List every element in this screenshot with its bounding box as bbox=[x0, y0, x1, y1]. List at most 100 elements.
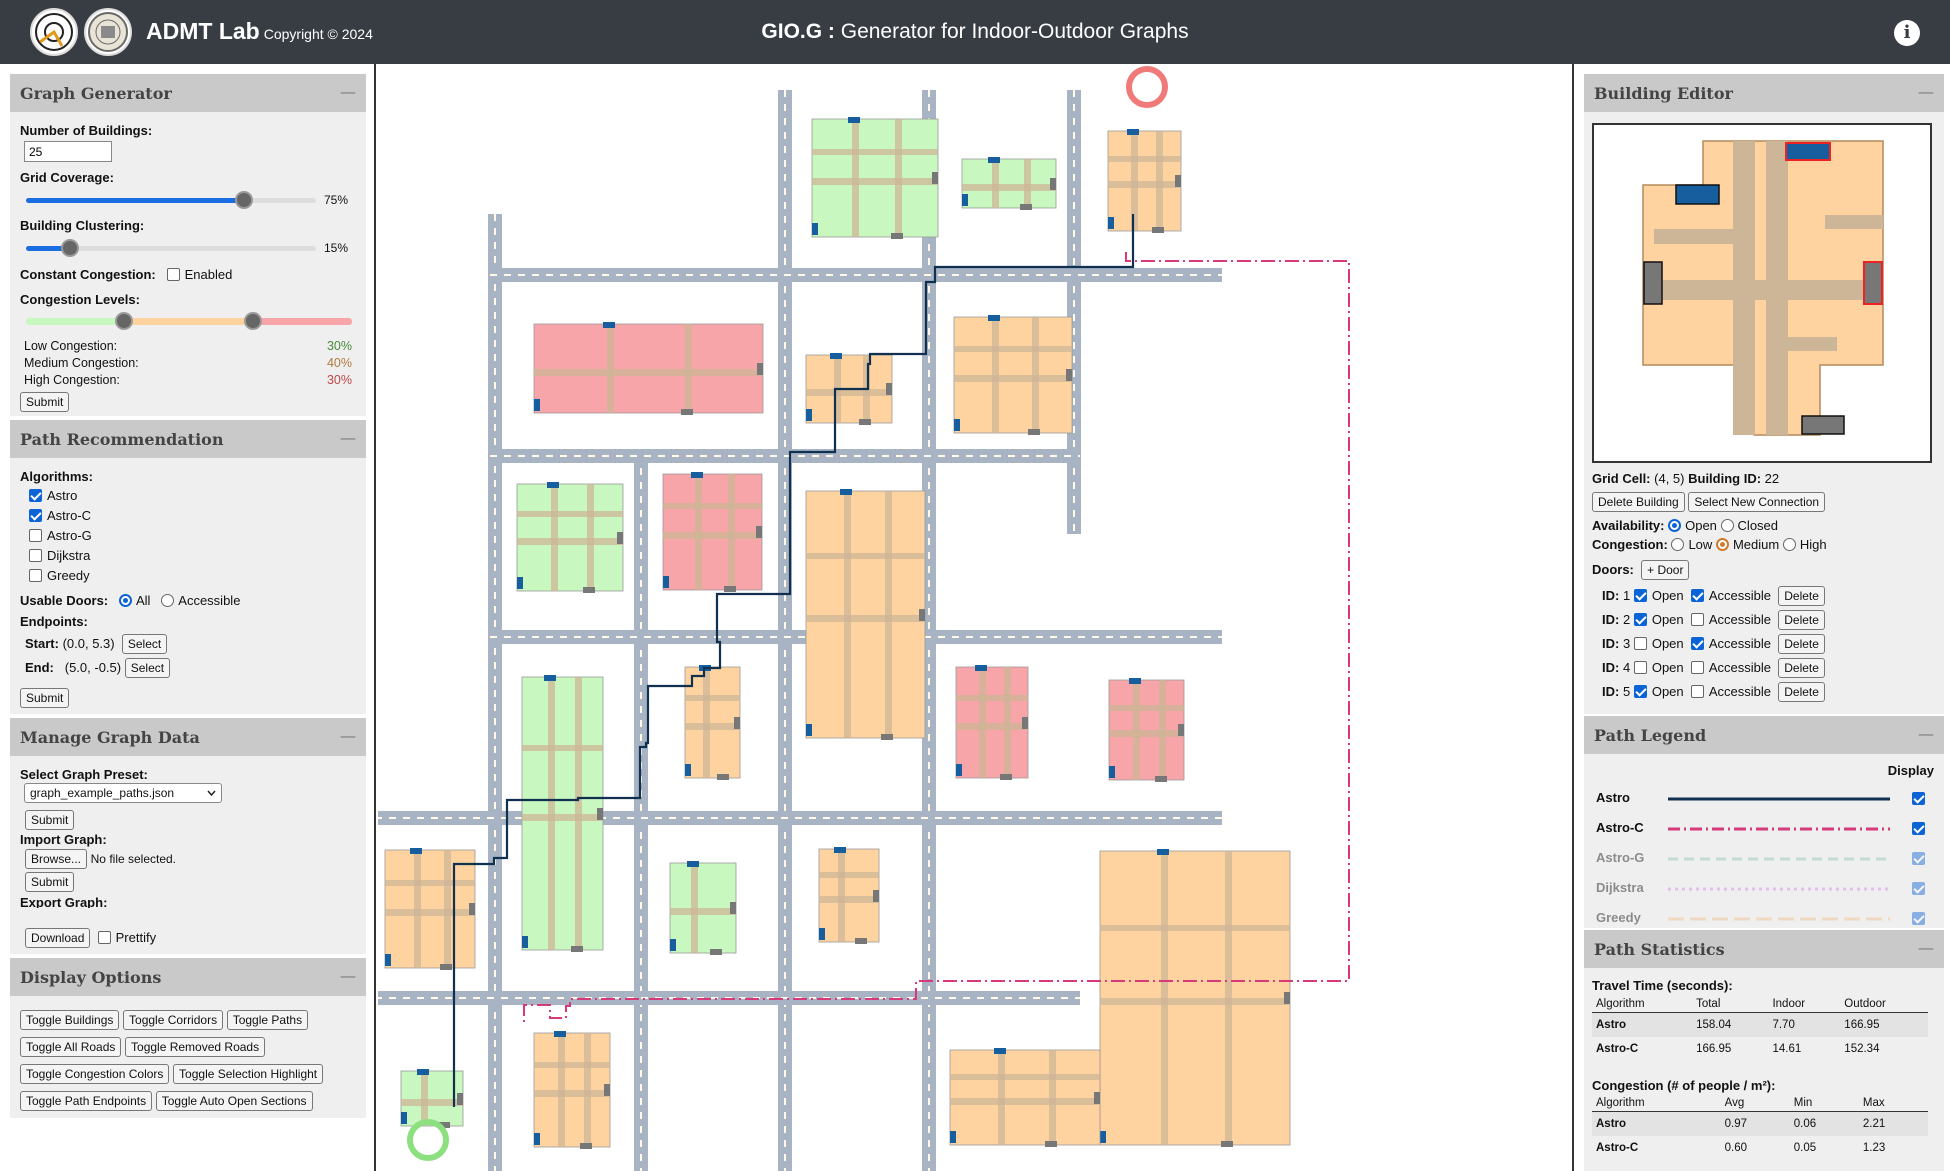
door bbox=[1178, 724, 1184, 736]
delete-door-button[interactable]: Delete bbox=[1778, 586, 1825, 606]
select-start-button[interactable]: Select bbox=[121, 634, 168, 654]
toggle-congestion-colors-button[interactable]: Toggle Congestion Colors bbox=[20, 1064, 170, 1084]
panel-header[interactable]: Building Editor — bbox=[1584, 74, 1944, 112]
enabled-checkbox[interactable] bbox=[166, 268, 180, 281]
door-accessible-checkbox[interactable] bbox=[1690, 637, 1704, 650]
slider-thumb[interactable] bbox=[60, 239, 79, 257]
info-icon[interactable]: i bbox=[1894, 20, 1920, 46]
grid-coverage-slider[interactable] bbox=[26, 191, 316, 209]
corridor bbox=[806, 615, 925, 622]
toggle-selection-highlight-button[interactable]: Toggle Selection Highlight bbox=[173, 1064, 324, 1084]
medium-congestion-value: 40% bbox=[326, 356, 352, 370]
congestion-medium-radio[interactable] bbox=[1715, 538, 1729, 551]
slider-thumb[interactable] bbox=[234, 191, 253, 209]
minimize-icon[interactable]: — bbox=[1918, 724, 1934, 743]
door bbox=[806, 409, 812, 421]
download-button[interactable]: Download bbox=[25, 928, 91, 948]
map-canvas[interactable] bbox=[378, 64, 1570, 1171]
toggle-auto-open-sections-button[interactable]: Toggle Auto Open Sections bbox=[155, 1091, 313, 1111]
generator-submit-button[interactable]: Submit bbox=[20, 392, 70, 412]
toggle-buildings-button[interactable]: Toggle Buildings bbox=[20, 1010, 120, 1030]
minimize-icon[interactable]: — bbox=[1918, 82, 1934, 101]
legend-display-checkbox[interactable] bbox=[1912, 792, 1925, 805]
legend-display-checkbox[interactable] bbox=[1912, 912, 1925, 925]
minimize-icon[interactable]: — bbox=[340, 726, 356, 745]
congestion-levels-slider[interactable] bbox=[26, 312, 352, 330]
door-accessible-checkbox[interactable] bbox=[1690, 589, 1704, 602]
panel-header[interactable]: Path Legend — bbox=[1584, 716, 1944, 754]
corridor bbox=[1049, 1050, 1056, 1145]
building-preview-svg[interactable] bbox=[1594, 125, 1930, 461]
availability-closed-radio[interactable] bbox=[1720, 519, 1734, 532]
delete-door-button[interactable]: Delete bbox=[1778, 682, 1825, 702]
algorithm-item[interactable]: Astro-C bbox=[29, 506, 92, 526]
algorithm-list: Astro Astro-C Astro-G Dijkstra Greedy bbox=[29, 486, 92, 586]
algorithm-item[interactable]: Dijkstra bbox=[29, 546, 92, 566]
clustering-slider[interactable] bbox=[26, 239, 316, 257]
algorithm-item[interactable]: Greedy bbox=[29, 566, 92, 586]
door-open-checkbox[interactable] bbox=[1633, 661, 1647, 674]
add-door-button[interactable]: + Door bbox=[1641, 560, 1690, 580]
availability-open-radio[interactable] bbox=[1668, 519, 1682, 532]
congestion-low-radio[interactable] bbox=[1671, 538, 1685, 551]
num-buildings-input[interactable] bbox=[24, 141, 112, 162]
panel-header[interactable]: Path Statistics — bbox=[1584, 930, 1944, 968]
toggle-removed-roads-button[interactable]: Toggle Removed Roads bbox=[125, 1037, 266, 1057]
door-open-checkbox[interactable] bbox=[1633, 613, 1647, 626]
panel-header[interactable]: Manage Graph Data — bbox=[10, 718, 366, 756]
door-accessible-checkbox[interactable] bbox=[1690, 685, 1704, 698]
end-marker[interactable] bbox=[1126, 66, 1168, 108]
slider-thumb-low[interactable] bbox=[115, 312, 133, 330]
building-preview[interactable] bbox=[1592, 123, 1932, 463]
door bbox=[975, 665, 987, 671]
graph-map[interactable] bbox=[378, 64, 1570, 1171]
legend-display-checkbox[interactable] bbox=[1912, 822, 1925, 835]
start-marker[interactable] bbox=[407, 1119, 449, 1161]
door bbox=[859, 419, 871, 425]
toggle-path-endpoints-button[interactable]: Toggle Path Endpoints bbox=[20, 1091, 153, 1111]
doors-accessible-radio[interactable] bbox=[161, 594, 175, 607]
panel-header[interactable]: Path Recommendation — bbox=[10, 420, 366, 458]
prettify-checkbox[interactable] bbox=[97, 931, 111, 944]
door-open-checkbox[interactable] bbox=[1633, 589, 1647, 602]
delete-door-button[interactable]: Delete bbox=[1778, 658, 1825, 678]
congestion-levels-label: Congestion Levels: bbox=[20, 292, 140, 307]
doors-all-radio[interactable] bbox=[118, 594, 132, 607]
select-connection-button[interactable]: Select New Connection bbox=[1688, 492, 1826, 512]
corridor bbox=[685, 723, 740, 730]
medium-congestion-label: Medium Congestion: bbox=[24, 356, 139, 370]
preset-select[interactable]: graph_example_paths.json bbox=[24, 783, 222, 803]
corridor bbox=[663, 532, 762, 539]
building-footprint bbox=[516, 483, 624, 592]
select-end-button[interactable]: Select bbox=[124, 658, 171, 678]
algorithm-item[interactable]: Astro-G bbox=[29, 526, 92, 546]
delete-building-button[interactable]: Delete Building bbox=[1592, 492, 1685, 512]
minimize-icon[interactable]: — bbox=[340, 966, 356, 985]
toggle-all-roads-button[interactable]: Toggle All Roads bbox=[20, 1037, 122, 1057]
preset-submit-button[interactable]: Submit bbox=[25, 810, 75, 830]
panel-header[interactable]: Graph Generator — bbox=[10, 74, 366, 112]
panel-header[interactable]: Display Options — bbox=[10, 958, 366, 996]
door-open-checkbox[interactable] bbox=[1633, 637, 1647, 650]
slider-thumb-high[interactable] bbox=[244, 312, 262, 330]
clustering-value: 15% bbox=[324, 241, 349, 255]
door-open-checkbox[interactable] bbox=[1633, 685, 1647, 698]
browse-button[interactable]: Browse... bbox=[25, 849, 88, 869]
legend-display-checkbox[interactable] bbox=[1912, 852, 1925, 865]
minimize-icon[interactable]: — bbox=[340, 428, 356, 447]
delete-door-button[interactable]: Delete bbox=[1778, 610, 1825, 630]
toggle-paths-button[interactable]: Toggle Paths bbox=[226, 1010, 309, 1030]
import-submit-button[interactable]: Submit bbox=[25, 872, 75, 892]
toggle-corridors-button[interactable]: Toggle Corridors bbox=[123, 1010, 224, 1030]
algorithm-item[interactable]: Astro bbox=[29, 486, 92, 506]
legend-display-checkbox[interactable] bbox=[1912, 882, 1925, 895]
minimize-icon[interactable]: — bbox=[340, 82, 356, 101]
door-accessible-checkbox[interactable] bbox=[1690, 661, 1704, 674]
minimize-icon[interactable]: — bbox=[1918, 938, 1934, 957]
path-submit-button[interactable]: Submit bbox=[20, 688, 70, 708]
delete-door-button[interactable]: Delete bbox=[1778, 634, 1825, 654]
corridor bbox=[956, 723, 1028, 730]
algorithm-checkbox bbox=[29, 569, 42, 582]
door-accessible-checkbox[interactable] bbox=[1690, 613, 1704, 626]
congestion-high-radio[interactable] bbox=[1782, 538, 1796, 551]
